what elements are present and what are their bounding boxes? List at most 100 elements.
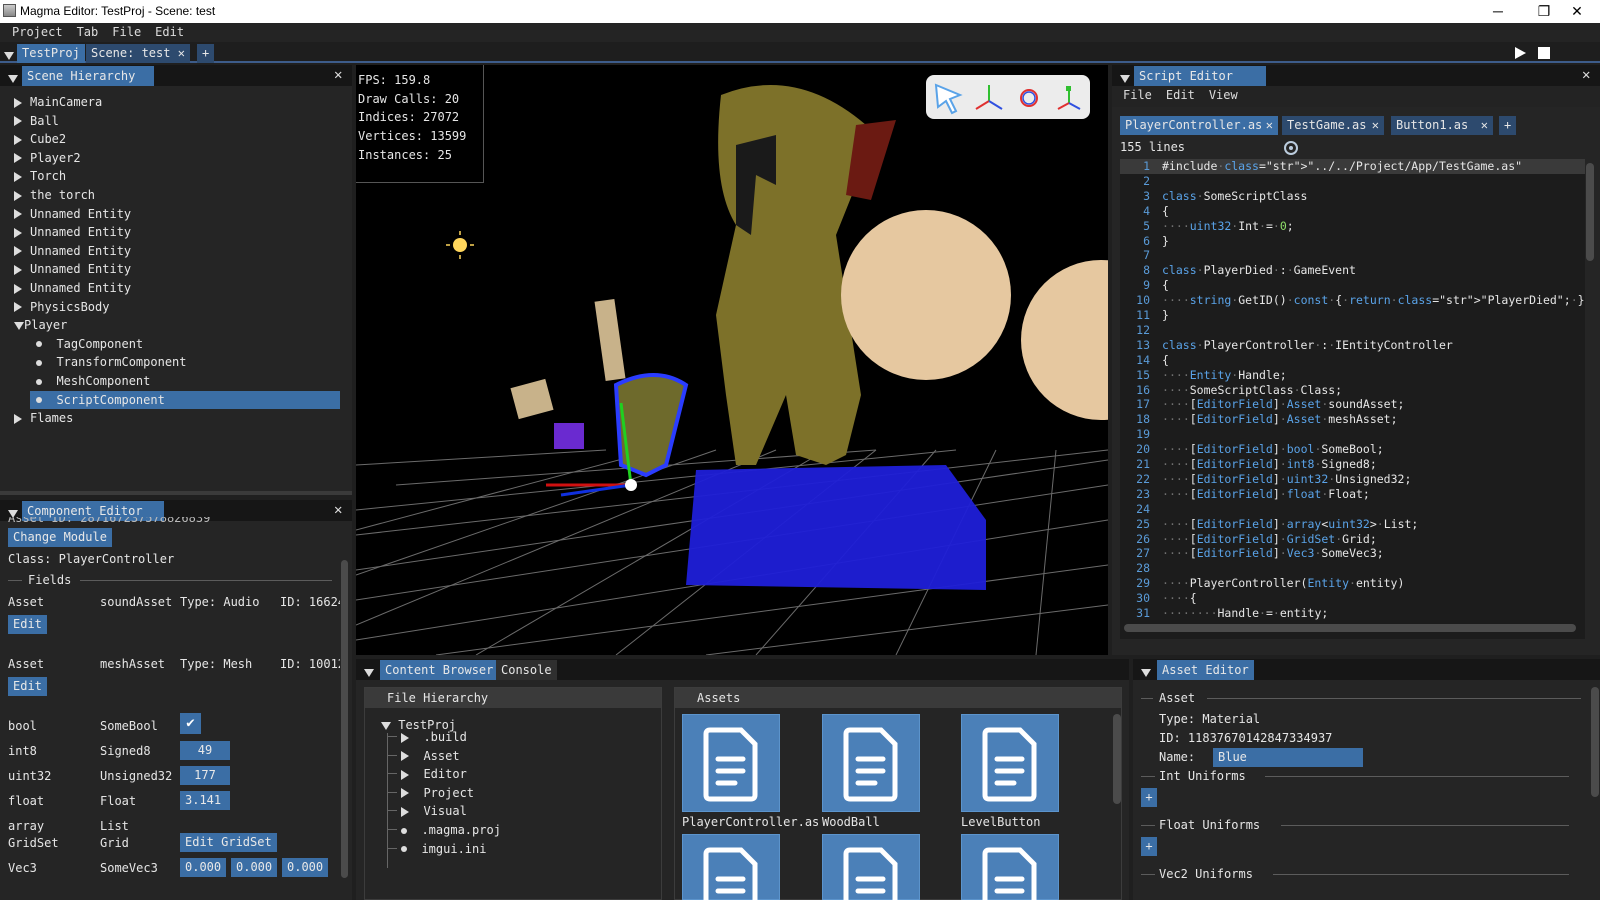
tab-console[interactable]: Console bbox=[496, 660, 557, 680]
code-h-scrollbar[interactable] bbox=[1124, 624, 1576, 632]
scale-tool-icon[interactable] bbox=[1052, 81, 1086, 115]
editor-menu-file[interactable]: File bbox=[1116, 86, 1159, 105]
hierarchy-item[interactable]: MainCamera bbox=[14, 93, 102, 111]
hierarchy-item[interactable]: Player bbox=[14, 316, 67, 334]
stop-icon[interactable] bbox=[1537, 46, 1551, 60]
collapsed-arrow-icon[interactable] bbox=[401, 732, 409, 743]
panel-collapse-icon[interactable] bbox=[8, 71, 18, 85]
int8-input[interactable]: 49 bbox=[180, 741, 230, 760]
file-item[interactable]: imgui.ini bbox=[401, 840, 486, 858]
collapsed-arrow-icon[interactable] bbox=[14, 190, 22, 201]
tab-close-icon[interactable]: ✕ bbox=[1266, 116, 1273, 135]
folder-item[interactable]: Project bbox=[401, 784, 474, 802]
component-item[interactable]: ScriptComponent bbox=[30, 390, 340, 409]
collapsed-arrow-icon[interactable] bbox=[401, 769, 409, 780]
gear-icon[interactable] bbox=[1282, 139, 1300, 157]
script-tab-playercontroller[interactable]: PlayerController.as ✕ bbox=[1120, 116, 1278, 135]
hierarchy-item[interactable]: Unnamed Entity bbox=[14, 242, 131, 260]
file-icon[interactable] bbox=[822, 714, 920, 812]
script-tab-button1[interactable]: Button1.as ✕ bbox=[1391, 116, 1493, 135]
file-icon[interactable] bbox=[682, 834, 780, 900]
vec3-x-input[interactable]: 0.000 bbox=[180, 858, 226, 877]
rotate-tool-icon[interactable] bbox=[1012, 81, 1046, 115]
scene-viewport[interactable]: FPS: 159.8 Draw Calls: 20 Indices: 27072 Ve… bbox=[356, 65, 1108, 655]
vec3-z-input[interactable]: 0.000 bbox=[282, 858, 328, 877]
add-script-tab-button[interactable]: + bbox=[1499, 116, 1517, 135]
edit-asset-button[interactable]: Edit bbox=[8, 615, 47, 634]
hierarchy-item[interactable]: Unnamed Entity bbox=[14, 205, 131, 223]
asset-editor-scrollbar[interactable] bbox=[1591, 687, 1599, 797]
scene-hierarchy-tab[interactable]: Scene Hierarchy bbox=[22, 66, 154, 86]
collapsed-arrow-icon[interactable] bbox=[14, 413, 22, 424]
collapsed-arrow-icon[interactable] bbox=[14, 116, 22, 127]
folder-item[interactable]: .build bbox=[401, 728, 467, 746]
asset-editor-tab[interactable]: Asset Editor bbox=[1157, 660, 1254, 680]
asset-label[interactable]: PlayerController.as bbox=[682, 815, 819, 829]
gizmo-center[interactable] bbox=[625, 479, 637, 491]
component-item[interactable]: TagComponent bbox=[30, 335, 340, 353]
hierarchy-item[interactable]: Player2 bbox=[14, 149, 81, 167]
splitter[interactable] bbox=[0, 491, 352, 495]
component-item[interactable]: TransformComponent bbox=[30, 353, 340, 371]
edit-gridset-button[interactable]: Edit GridSet bbox=[180, 833, 277, 852]
select-tool-icon[interactable] bbox=[932, 81, 966, 115]
file-icon[interactable] bbox=[822, 834, 920, 900]
code-area[interactable]: 1 #include·class="str">"../../Project/App… bbox=[1120, 159, 1585, 639]
tab-content-browser[interactable]: Content Browser bbox=[380, 660, 499, 680]
expanded-arrow-icon[interactable] bbox=[14, 321, 24, 330]
file-icon[interactable] bbox=[961, 834, 1059, 900]
panel-collapse-icon[interactable] bbox=[364, 665, 374, 679]
hierarchy-item[interactable]: Torch bbox=[14, 167, 66, 185]
asset-name-input[interactable]: Blue bbox=[1213, 748, 1363, 767]
collapsed-arrow-icon[interactable] bbox=[14, 209, 22, 220]
component-item[interactable]: MeshComponent bbox=[30, 372, 340, 390]
close-icon[interactable]: ✕ bbox=[1582, 67, 1590, 83]
vec3-y-input[interactable]: 0.000 bbox=[231, 858, 277, 877]
folder-item[interactable]: Visual bbox=[401, 802, 467, 820]
collapsed-arrow-icon[interactable] bbox=[14, 264, 22, 275]
hierarchy-item[interactable]: Cube2 bbox=[14, 130, 66, 148]
collapsed-arrow-icon[interactable] bbox=[14, 302, 22, 313]
collapsed-arrow-icon[interactable] bbox=[401, 788, 409, 799]
collapsed-arrow-icon[interactable] bbox=[14, 171, 22, 182]
menu-tab[interactable]: Tab bbox=[70, 23, 106, 42]
tab-testproj[interactable]: TestProj bbox=[17, 44, 85, 63]
menu-edit[interactable]: Edit bbox=[148, 23, 191, 42]
collapsed-arrow-icon[interactable] bbox=[401, 751, 409, 762]
play-icon[interactable] bbox=[1513, 46, 1527, 60]
hierarchy-item[interactable]: Flames bbox=[14, 409, 73, 427]
tab-scene-test[interactable]: Scene: test ✕ bbox=[86, 44, 190, 63]
add-uniform-button[interactable]: + bbox=[1141, 788, 1157, 807]
panel-collapse-icon[interactable] bbox=[1120, 71, 1130, 85]
close-button[interactable]: ✕ bbox=[1554, 0, 1600, 23]
add-uniform-button[interactable]: + bbox=[1141, 837, 1157, 856]
hierarchy-item[interactable]: Unnamed Entity bbox=[14, 223, 131, 241]
hierarchy-item[interactable]: PhysicsBody bbox=[14, 298, 109, 316]
collapsed-arrow-icon[interactable] bbox=[14, 246, 22, 257]
collapsed-arrow-icon[interactable] bbox=[14, 134, 22, 145]
script-tab-testgame[interactable]: TestGame.as ✕ bbox=[1282, 116, 1384, 135]
asset-label[interactable]: LevelButton bbox=[961, 815, 1040, 829]
change-module-button[interactable]: Change Module bbox=[8, 528, 112, 547]
hierarchy-item[interactable]: Unnamed Entity bbox=[14, 260, 131, 278]
close-icon[interactable]: ✕ bbox=[334, 502, 342, 518]
uint32-input[interactable]: 177 bbox=[180, 766, 230, 785]
tab-close-icon[interactable]: ✕ bbox=[1372, 116, 1379, 135]
collapsed-arrow-icon[interactable] bbox=[14, 283, 22, 294]
menu-file[interactable]: File bbox=[105, 23, 148, 42]
file-item[interactable]: .magma.proj bbox=[401, 821, 501, 839]
script-editor-tab[interactable]: Script Editor bbox=[1134, 66, 1266, 86]
file-icon[interactable] bbox=[682, 714, 780, 812]
component-scrollbar[interactable] bbox=[341, 560, 348, 878]
menu-project[interactable]: Project bbox=[5, 23, 70, 42]
edit-asset-button[interactable]: Edit bbox=[8, 677, 47, 696]
assets-scrollbar[interactable] bbox=[1113, 714, 1121, 804]
asset-label[interactable]: WoodBall bbox=[822, 815, 880, 829]
tab-close-icon[interactable]: ✕ bbox=[178, 44, 185, 63]
editor-menu-edit[interactable]: Edit bbox=[1159, 86, 1202, 105]
hierarchy-item[interactable]: Ball bbox=[14, 112, 59, 130]
collapsed-arrow-icon[interactable] bbox=[14, 97, 22, 108]
folder-item[interactable]: Asset bbox=[401, 747, 460, 765]
float-input[interactable]: 3.141 bbox=[180, 791, 230, 810]
collapsed-arrow-icon[interactable] bbox=[14, 153, 22, 164]
